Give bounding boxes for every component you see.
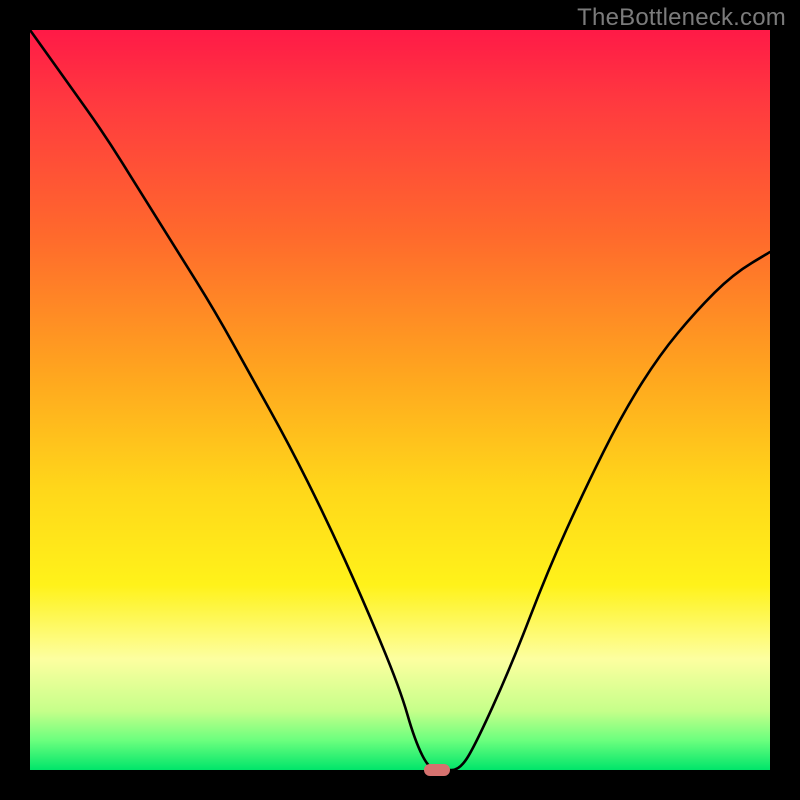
watermark-text: TheBottleneck.com bbox=[577, 4, 786, 32]
bottleneck-curve bbox=[30, 30, 770, 770]
plot-area bbox=[30, 30, 770, 770]
curve-path bbox=[30, 30, 770, 770]
chart-frame: TheBottleneck.com bbox=[0, 0, 800, 800]
optimal-marker bbox=[424, 764, 450, 776]
